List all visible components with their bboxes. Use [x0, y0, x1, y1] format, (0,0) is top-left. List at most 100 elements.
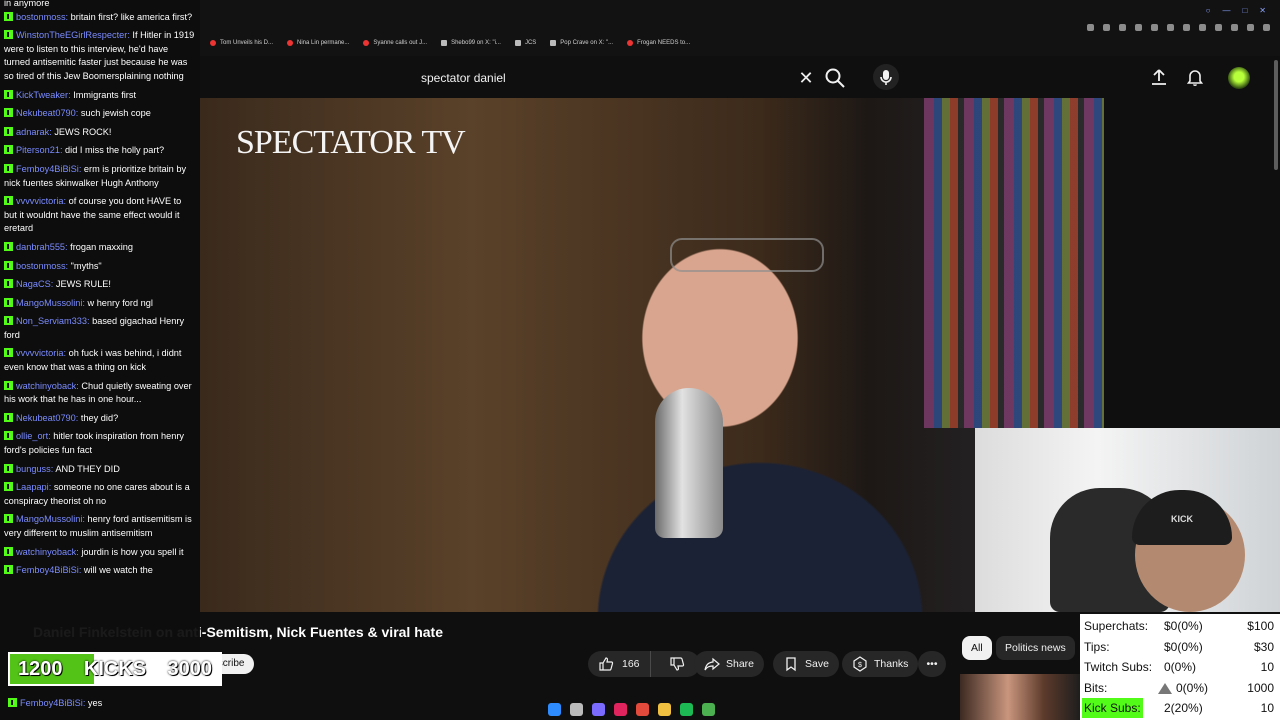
video-subject — [670, 238, 824, 272]
thanks-label: Thanks — [874, 658, 909, 670]
extension-icon[interactable] — [1183, 24, 1190, 31]
upload-icon[interactable] — [1149, 67, 1169, 87]
chat-message: MangoMussolini: w henry ford ngl — [0, 297, 200, 311]
chat-username: Piterson21 — [16, 145, 60, 156]
bookmark-label: Pop Crave on X: "... — [560, 40, 614, 46]
kick-badge-icon — [4, 11, 13, 21]
kicks-target: 3000 — [167, 657, 212, 680]
bookmark-item[interactable]: Pop Crave on X: "... — [550, 40, 613, 46]
microphone-icon[interactable] — [873, 64, 899, 90]
extension-icon[interactable] — [1087, 24, 1094, 31]
kick-badge-icon — [4, 412, 13, 422]
kick-badge-icon — [4, 380, 13, 390]
chat-message: Non_Serviam333: based gigachad Henry for… — [4, 316, 185, 340]
app-icon[interactable] — [614, 702, 627, 716]
save-button[interactable]: Save — [773, 651, 839, 677]
extension-icon[interactable] — [1119, 24, 1126, 31]
chat-username: Nekubeat0790 — [16, 412, 76, 423]
search-icon[interactable]: ○ — [1206, 6, 1211, 15]
video-player[interactable]: SPECTATOR TV — [200, 98, 1104, 612]
chip-all[interactable]: All — [962, 636, 992, 660]
chat-text: w henry ford ngl — [87, 297, 153, 308]
chat-username: danbrah555 — [16, 241, 66, 252]
bookshelf-background — [924, 98, 1104, 428]
bookmark-item[interactable]: Frogan NEEDS to... — [627, 40, 690, 46]
close-icon[interactable]: ✕ — [1259, 6, 1266, 15]
scrollbar[interactable] — [1274, 60, 1278, 170]
bookmark-label: Nina Lin permane... — [297, 40, 350, 46]
search-input[interactable]: spectator daniel — [421, 71, 794, 85]
chat-message: Piterson21: did I miss the holly part? — [0, 144, 200, 158]
search-icon[interactable] — [823, 66, 847, 90]
stats-value: $0(0%) — [1164, 619, 1203, 633]
bookmark-item[interactable]: JCS — [514, 40, 536, 46]
avatar[interactable] — [1228, 67, 1250, 89]
chip-politics-news[interactable]: Politics news — [996, 636, 1075, 660]
search-icon[interactable] — [570, 702, 583, 716]
search-box[interactable]: spectator daniel ✕ — [408, 62, 818, 94]
stats-goal: 10 — [1260, 701, 1274, 715]
chat-message: Femboy4BiBiSi: will we watch the — [0, 564, 200, 578]
bookmark-item[interactable]: Shebo99 on X: "i... — [441, 40, 501, 46]
bookmark-item[interactable]: Tom Unveils his D... — [210, 40, 273, 46]
kicks-goal-bar: 1200 KICKS 3000 — [8, 652, 222, 686]
bookmark-icon — [786, 657, 796, 672]
maximize-icon[interactable]: □ — [1242, 6, 1247, 15]
extension-icon[interactable] — [1247, 24, 1254, 31]
extension-icon[interactable] — [1231, 24, 1238, 31]
bookmark-label: Syanne calls out J... — [373, 40, 428, 46]
x-favicon-icon — [550, 40, 557, 46]
chat-message: NagaCS: JEWS RULE! — [0, 278, 200, 292]
extension-icon[interactable] — [1151, 24, 1158, 31]
youtube-favicon-icon — [210, 40, 216, 46]
notifications-bell-icon[interactable] — [1185, 67, 1205, 87]
stats-label: Bits: — [1084, 680, 1108, 695]
chat-username: Nekubeat0790 — [16, 108, 76, 119]
kick-badge-icon — [4, 514, 13, 524]
like-button[interactable]: 166 — [588, 651, 651, 677]
recommended-video-thumbnail[interactable] — [960, 674, 1080, 720]
thanks-button[interactable]: $ Thanks — [842, 651, 919, 677]
chat-username: MangoMussolini — [16, 514, 83, 525]
chrome-icon[interactable] — [636, 702, 649, 716]
kick-badge-icon — [4, 463, 13, 473]
bookmark-item[interactable]: Syanne calls out J... — [363, 40, 427, 46]
minimize-icon[interactable]: — — [1222, 6, 1230, 15]
discord-icon[interactable] — [592, 702, 605, 716]
kick-badge-icon — [4, 316, 13, 326]
stats-value: $0(0%) — [1164, 639, 1203, 654]
bookmark-item[interactable]: Nina Lin permane... — [287, 40, 349, 46]
stats-row: Kick Subs: 2(20%) 10 — [1082, 698, 1274, 718]
share-button[interactable]: Share — [694, 651, 765, 677]
chat-username: Femboy4BiBiSi — [16, 163, 79, 174]
share-icon — [704, 657, 720, 671]
stats-goal: $100 — [1247, 619, 1274, 633]
chat-username: vvvvvictoria — [16, 196, 64, 207]
chat-message: vvvvvictoria: oh fuck i was behind, i di… — [4, 348, 182, 373]
kicks-label: KICKS — [83, 657, 147, 680]
x-favicon-icon — [514, 40, 521, 46]
clear-search-icon[interactable]: ✕ — [794, 66, 818, 90]
extension-icon[interactable] — [1263, 24, 1270, 31]
kick-badge-icon — [4, 145, 13, 155]
dislike-button[interactable] — [657, 651, 697, 677]
more-actions-button[interactable]: ••• — [918, 651, 946, 677]
extension-icon[interactable] — [1103, 24, 1110, 31]
file-explorer-icon[interactable] — [658, 702, 671, 716]
app-icon[interactable] — [702, 702, 715, 716]
chat-username: Femboy4BiBiSi — [16, 565, 79, 576]
svg-text:$: $ — [858, 662, 862, 669]
youtube-favicon-icon — [627, 40, 634, 46]
spotify-icon[interactable] — [680, 702, 693, 716]
extension-icon[interactable] — [1135, 24, 1142, 31]
extension-icon[interactable] — [1199, 24, 1206, 31]
kick-badge-icon — [4, 546, 13, 556]
window-controls: ○ — □ ✕ — [1206, 6, 1266, 15]
extension-icon[interactable] — [1215, 24, 1222, 31]
kick-badge-icon — [4, 89, 13, 99]
extension-icon[interactable] — [1167, 24, 1174, 31]
chat-message: watchinyoback: jourdin is how you spell … — [0, 546, 200, 560]
chat-text: did I miss the holly part? — [65, 145, 165, 156]
stats-label: Kick Subs: — [1082, 698, 1143, 718]
windows-start-icon[interactable] — [548, 702, 561, 716]
